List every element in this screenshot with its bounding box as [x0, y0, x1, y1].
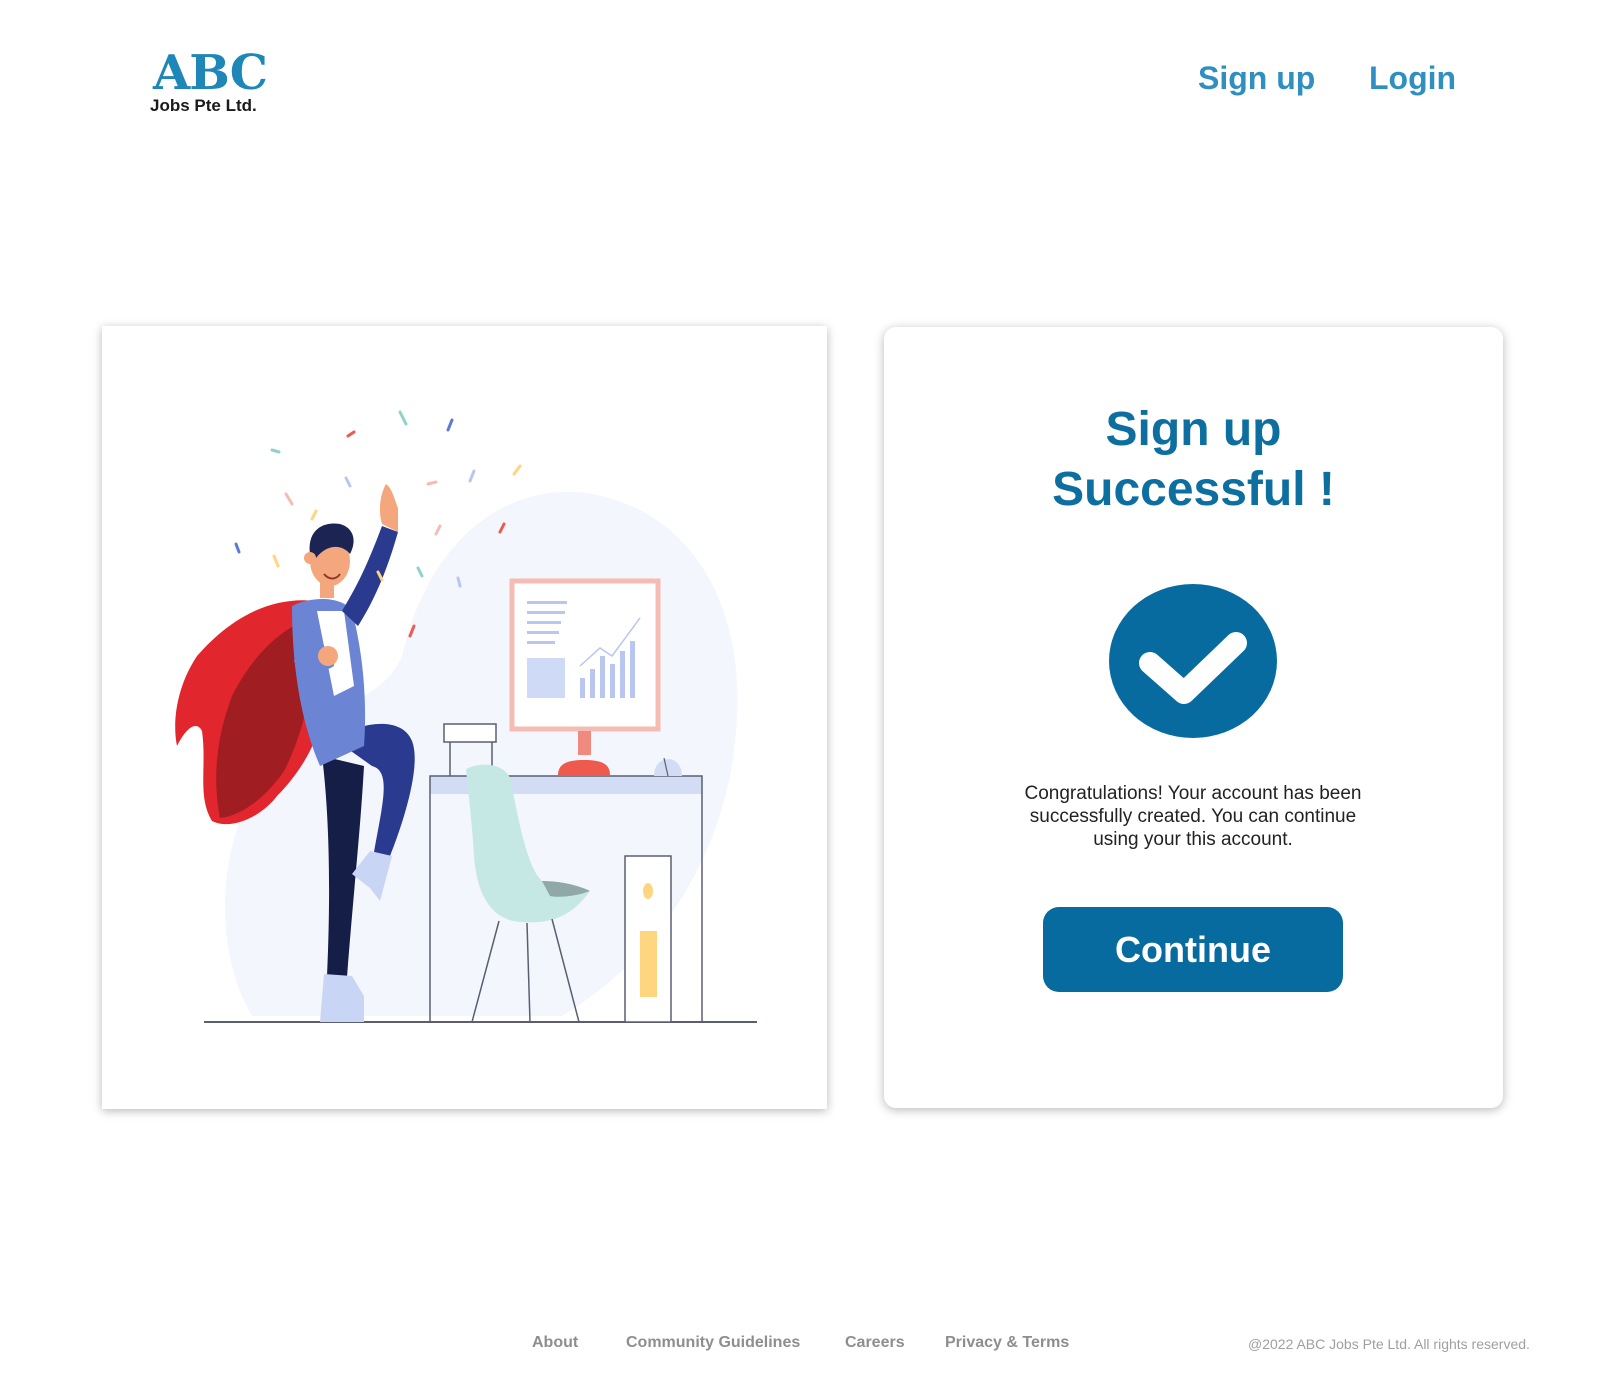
success-title-line2: Successful ! [1052, 463, 1335, 516]
illustration-card [102, 326, 827, 1109]
copyright-text: @2022 ABC Jobs Pte Ltd. All rights reser… [1248, 1336, 1530, 1352]
success-title: Sign up Successful ! [884, 400, 1503, 520]
check-circle-icon [1109, 584, 1277, 738]
success-message: Congratulations! Your account has been s… [1024, 783, 1362, 850]
nav-login-link[interactable]: Login [1369, 60, 1456, 97]
footer-link-privacy-terms[interactable]: Privacy & Terms [945, 1334, 1069, 1352]
footer-link-about[interactable]: About [532, 1334, 578, 1352]
logo-mark: ABC [153, 45, 268, 101]
footer-link-community-guidelines[interactable]: Community Guidelines [626, 1334, 800, 1352]
footer-link-careers[interactable]: Careers [845, 1334, 905, 1352]
celebrating-superhero-illustration [175, 410, 757, 1023]
brand-logo[interactable]: ABC Jobs Pte Ltd. [150, 48, 280, 118]
nav-signup-link[interactable]: Sign up [1198, 60, 1315, 97]
signup-success-card: Sign up Successful ! Congratulations! Yo… [884, 327, 1503, 1108]
success-title-line1: Sign up [1105, 403, 1282, 456]
continue-button[interactable]: Continue [1043, 907, 1343, 992]
